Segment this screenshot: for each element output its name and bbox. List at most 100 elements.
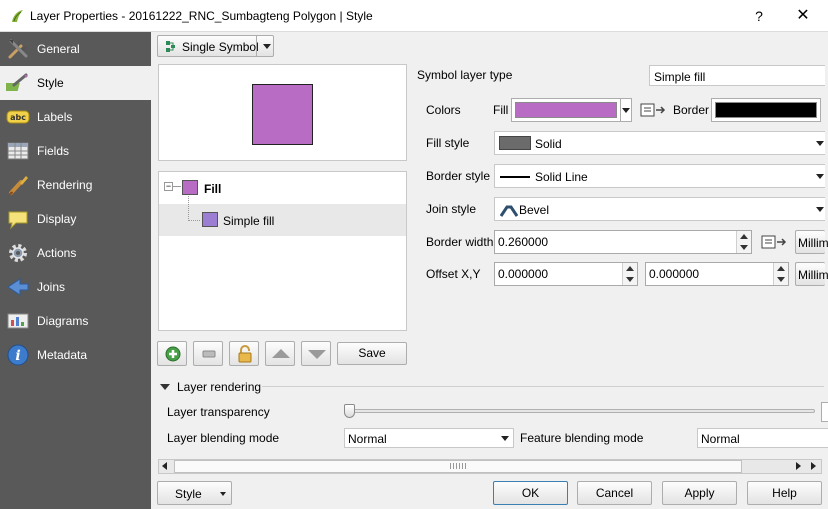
transparency-slider-handle[interactable]: [344, 404, 355, 418]
join-arrow-icon: [7, 278, 29, 296]
sidebar-item-metadata[interactable]: i Metadata: [0, 338, 151, 372]
sidebar-item-joins[interactable]: Joins: [0, 270, 151, 304]
sidebar-item-style[interactable]: Style: [0, 66, 151, 100]
fill-color-label: Fill: [493, 103, 509, 117]
section-divider: [262, 386, 824, 387]
spin-up-icon: [626, 266, 634, 271]
offset-y-value: 0.000000: [649, 267, 700, 281]
renderer-type-dropdown[interactable]: Single Symbol: [157, 35, 274, 57]
sidebar-item-label: General: [37, 42, 80, 56]
speech-bubble-icon: [8, 211, 28, 230]
minus-icon: [202, 350, 216, 358]
sidebar-item-label: Style: [37, 76, 64, 90]
symbol-layer-type-label: Symbol layer type: [417, 68, 513, 82]
tree-connector: [188, 191, 189, 221]
sidebar-item-label: Display: [37, 212, 77, 226]
cancel-button[interactable]: Cancel: [577, 481, 652, 505]
scroll-left-icon[interactable]: [162, 462, 167, 470]
sidebar-item-diagrams[interactable]: Diagrams: [0, 304, 151, 338]
sidebar-item-display[interactable]: Display: [0, 202, 151, 236]
tree-item-simple-fill[interactable]: Simple fill: [223, 214, 274, 228]
layer-rendering-header[interactable]: Layer rendering: [177, 380, 261, 394]
feature-blending-value: Normal: [701, 432, 740, 446]
help-button[interactable]: Help: [747, 481, 822, 505]
ok-button[interactable]: OK: [493, 481, 568, 505]
feature-blending-select[interactable]: Normal: [697, 428, 828, 448]
border-width-input[interactable]: 0.260000: [494, 230, 752, 254]
fill-style-select[interactable]: Solid: [494, 131, 825, 155]
border-width-override-icon[interactable]: [761, 233, 787, 251]
symbol-layer-type-select[interactable]: Simple fill: [649, 65, 825, 86]
help-title-button[interactable]: ?: [748, 5, 770, 27]
dropdown-divider: [256, 36, 257, 56]
tree-connector: [173, 186, 181, 187]
border-color-label: Border: [673, 103, 710, 117]
sidebar-item-label: Diagrams: [37, 314, 89, 328]
sidebar-item-label: Rendering: [37, 178, 93, 192]
layer-blending-select[interactable]: Normal: [344, 428, 514, 448]
border-width-unit-select[interactable]: Millim: [795, 230, 828, 254]
move-up-button[interactable]: [265, 341, 295, 366]
renderer-type-label: Single Symbol: [182, 40, 259, 54]
border-style-label: Border style: [426, 169, 491, 183]
offset-x-spinner[interactable]: [622, 263, 637, 285]
layer-blending-label: Layer blending mode: [167, 431, 280, 445]
border-width-spinner[interactable]: [736, 231, 751, 253]
join-style-value: Bevel: [519, 203, 550, 217]
sidebar-item-general[interactable]: General: [0, 32, 151, 66]
scroll-right-end-icon[interactable]: [811, 462, 816, 470]
apply-button[interactable]: Apply: [662, 481, 737, 505]
offset-unit: Millim: [798, 268, 828, 282]
bevel-join-icon: [500, 205, 518, 217]
style-menu-button[interactable]: Style: [157, 481, 232, 505]
spin-up-icon: [740, 234, 748, 239]
style-menu-label: Style: [175, 487, 202, 501]
arrow-up-icon: [272, 349, 290, 358]
simple-fill-swatch: [202, 212, 218, 227]
gear-icon: [9, 244, 27, 262]
collapse-icon[interactable]: −: [164, 182, 173, 191]
chevron-down-icon: [816, 174, 824, 179]
transparency-slider-track[interactable]: [344, 409, 815, 413]
fill-color-button[interactable]: [511, 98, 621, 122]
offset-unit-select[interactable]: Millim: [795, 262, 828, 286]
sidebar-item-fields[interactable]: Fields: [0, 134, 151, 168]
border-style-select[interactable]: Solid Line: [494, 164, 825, 188]
save-button[interactable]: Save: [337, 342, 407, 365]
colors-label: Colors: [426, 103, 461, 117]
sidebar-item-rendering[interactable]: Rendering: [0, 168, 151, 202]
offset-x-input[interactable]: 0.000000: [494, 262, 638, 286]
offset-label: Offset X,Y: [426, 267, 481, 281]
scroll-right-icon[interactable]: [796, 462, 801, 470]
fill-color-swatch: [515, 102, 617, 118]
sidebar-item-label: Joins: [37, 280, 66, 294]
arrow-down-icon: [308, 350, 326, 359]
sidebar-item-actions[interactable]: Actions: [0, 236, 151, 270]
lock-layer-button[interactable]: [229, 341, 259, 366]
offset-x-value: 0.000000: [498, 267, 549, 281]
fill-color-dropdown[interactable]: [620, 98, 632, 122]
border-style-value: Solid Line: [535, 170, 588, 184]
paintbrush-icon: [6, 73, 28, 91]
sidebar-item-label: Labels: [37, 110, 73, 124]
fill-swatch: [182, 180, 198, 195]
sidebar-item-label: Actions: [37, 246, 77, 260]
fill-style-value: Solid: [535, 137, 562, 151]
add-symbol-layer-button[interactable]: [157, 341, 187, 366]
offset-y-input[interactable]: 0.000000: [645, 262, 789, 286]
border-color-button[interactable]: [711, 98, 821, 122]
move-down-button[interactable]: [301, 341, 331, 366]
join-style-select[interactable]: Bevel: [494, 197, 825, 221]
collapse-section-icon[interactable]: [160, 384, 170, 390]
fill-style-label: Fill style: [426, 136, 470, 150]
chevron-down-icon: [622, 108, 630, 113]
layer-blending-value: Normal: [348, 432, 387, 446]
offset-y-spinner[interactable]: [773, 263, 788, 285]
data-defined-override-icon[interactable]: [640, 101, 666, 119]
transparency-spinbox[interactable]: [821, 402, 828, 422]
fill-style-swatch: [499, 136, 531, 150]
close-button[interactable]: ✕: [792, 5, 814, 27]
remove-symbol-layer-button[interactable]: [193, 341, 223, 366]
sidebar-item-labels[interactable]: abc Labels: [0, 100, 151, 134]
tree-item-fill[interactable]: Fill: [204, 182, 221, 196]
